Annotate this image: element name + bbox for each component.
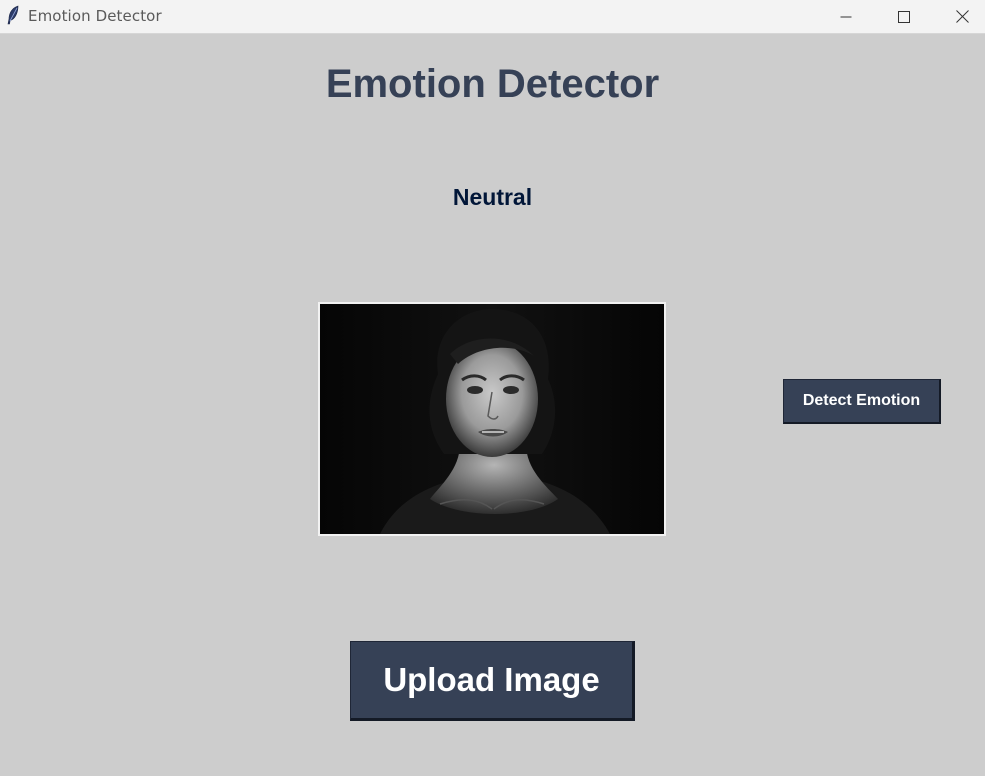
minimize-button[interactable] bbox=[823, 0, 869, 33]
upload-image-button[interactable]: Upload Image bbox=[350, 641, 635, 721]
close-icon bbox=[955, 10, 969, 23]
app-window: Emotion Detector Emotion Detector Neutra… bbox=[0, 0, 985, 776]
emotion-result-label: Neutral bbox=[452, 184, 533, 210]
minimize-icon bbox=[840, 16, 852, 17]
maximize-icon bbox=[898, 10, 910, 23]
detect-emotion-button[interactable]: Detect Emotion bbox=[783, 379, 941, 424]
app-heading: Emotion Detector bbox=[325, 62, 660, 106]
uploaded-image bbox=[318, 302, 666, 536]
feather-icon bbox=[7, 5, 19, 25]
portrait-image bbox=[320, 304, 664, 534]
window-title: Emotion Detector bbox=[28, 7, 162, 25]
maximize-button[interactable] bbox=[881, 0, 927, 33]
title-bar[interactable]: Emotion Detector bbox=[0, 0, 985, 34]
close-button[interactable] bbox=[939, 0, 985, 33]
